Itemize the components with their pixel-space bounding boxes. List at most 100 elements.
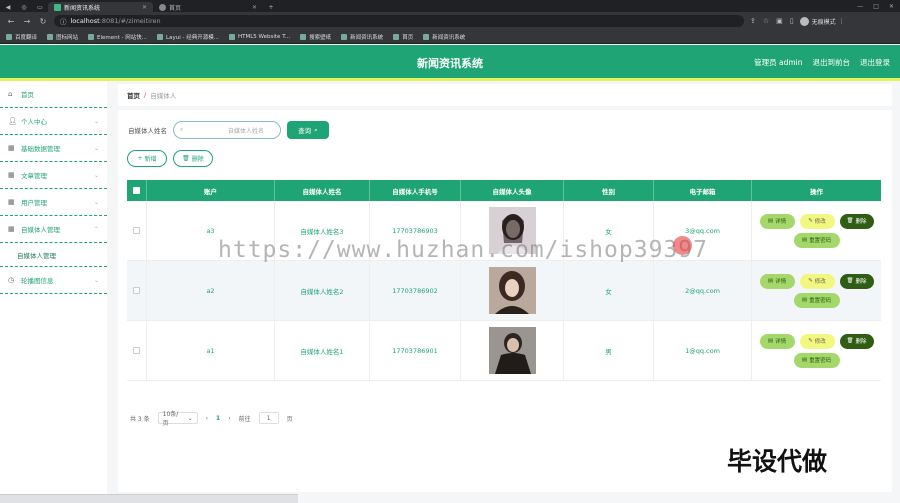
sidebar-item-articles[interactable]: ▦ 文章管理 ⌄: [0, 162, 107, 189]
sidebar-item-media-people[interactable]: ▦ 自媒体人管理 ⌃: [0, 216, 107, 243]
add-button[interactable]: + 新增: [127, 150, 167, 167]
tab-title: 首页: [169, 4, 182, 12]
row-checkbox[interactable]: [133, 347, 140, 354]
detail-button[interactable]: ▤ 详情: [759, 333, 795, 349]
chevron-down-icon: ⌄: [93, 198, 99, 206]
sidebar-icon[interactable]: ▯: [790, 17, 794, 25]
maximize-icon[interactable]: □: [873, 3, 879, 10]
close-tab-icon[interactable]: ✕: [252, 4, 257, 11]
bookmark-item[interactable]: 新闻资讯系统: [341, 33, 383, 41]
header-links: 管理员 admin 退出到前台 退出登录: [754, 57, 890, 68]
page-size-select[interactable]: 10条/页 ⌄: [157, 411, 198, 427]
delete-button[interactable]: 🗑︎ 删除: [839, 333, 874, 349]
cell-phone: 17703786902: [370, 261, 461, 320]
pen-icon: ✎: [808, 278, 813, 284]
clock-icon: ◷: [8, 276, 15, 284]
admin-label: 管理员 admin: [754, 58, 803, 67]
breadcrumb-separator: /: [144, 91, 147, 99]
row-checkbox[interactable]: [133, 227, 140, 234]
browser-menu-icon[interactable]: ◎: [16, 2, 32, 12]
page-number[interactable]: 1: [216, 415, 220, 422]
tab-inactive[interactable]: 首页 ✕: [153, 2, 263, 12]
tab-active[interactable]: 新闻资讯系统 ✕: [48, 2, 153, 12]
cell-sex: 男: [564, 321, 654, 380]
bookmark-item[interactable]: 首页: [393, 33, 413, 41]
sidebar-item-carousel[interactable]: ◷ 轮播图信息 ⌄: [0, 267, 107, 294]
share-icon[interactable]: ⇪: [750, 17, 756, 25]
bookmark-icon: [300, 33, 307, 40]
goto-page-input[interactable]: 1: [258, 412, 279, 424]
close-window-icon[interactable]: ✕: [889, 3, 894, 10]
bookmark-item[interactable]: HTML5 Website T...: [228, 33, 290, 40]
reset-password-button[interactable]: ▤ 重置密码: [793, 292, 840, 308]
cell-name: 自媒体人姓名1: [275, 321, 370, 380]
info-icon[interactable]: ⓘ: [60, 16, 67, 26]
reset-password-button[interactable]: ▤ 重置密码: [793, 352, 840, 368]
profile-button[interactable]: 无痕模式 ⋮: [799, 16, 845, 26]
col-phone: 自媒体人手机号: [370, 180, 461, 201]
app-header: 新闻资讯系统 管理员 admin 退出到前台 退出登录: [0, 45, 900, 80]
bookmark-item[interactable]: 百度翻译: [6, 33, 37, 41]
back-tab-icon[interactable]: ◀: [0, 2, 16, 12]
tab-title: 新闻资讯系统: [64, 4, 101, 12]
action-row: + 新增 🗑︎ 删除: [127, 150, 213, 167]
breadcrumb-home[interactable]: 首页: [127, 90, 140, 100]
bookmark-item[interactable]: 图标网站: [47, 33, 78, 41]
select-all-checkbox[interactable]: [133, 187, 140, 194]
bookmarks-bar: 百度翻译 图标网站 Element - 网站快... Layui - 经典开源模…: [0, 30, 900, 44]
cell-sex: 女: [564, 261, 654, 320]
sidebar-item-home[interactable]: ⌂ 首页: [0, 81, 107, 108]
detail-button[interactable]: ▤ 详情: [759, 273, 795, 289]
breadcrumb: 首页 / 自媒体人: [118, 84, 892, 106]
table-row: a1 自媒体人姓名1 17703786901 男 1@qq.com ▤ 详情 ✎…: [127, 321, 881, 381]
sidebar: ⌂ 首页 👤︎ 个人中心 ⌄ ▦ 基础数据管理 ⌄ ▦ 文章管理 ⌄ ▦ 用户管…: [0, 81, 107, 503]
bookmark-item[interactable]: 新闻资讯系统: [423, 33, 465, 41]
sidebar-item-profile[interactable]: 👤︎ 个人中心 ⌄: [0, 108, 107, 135]
chevron-down-icon: ⌄: [93, 144, 99, 152]
extension-icon[interactable]: ▣: [776, 17, 783, 25]
bookmark-item[interactable]: Layui - 经典开源模...: [157, 33, 219, 41]
bookmark-item[interactable]: 搜索壁纸: [300, 33, 331, 41]
bookmark-item[interactable]: Element - 网站快...: [88, 33, 147, 41]
minimize-icon[interactable]: —: [857, 3, 863, 10]
breadcrumb-current: 自媒体人: [150, 92, 177, 100]
delete-button[interactable]: 🗑︎ 删除: [839, 213, 874, 229]
watermark-text: https://www.huzhan.com/ishop39397: [218, 237, 708, 263]
forward-icon[interactable]: →: [22, 17, 32, 26]
row-checkbox[interactable]: [133, 287, 140, 294]
logout-link[interactable]: 退出登录: [860, 57, 890, 68]
next-page-icon[interactable]: ›: [228, 415, 230, 422]
bookmark-icon: [423, 33, 430, 40]
batch-delete-button[interactable]: 🗑︎ 删除: [173, 150, 213, 167]
close-tab-icon[interactable]: ✕: [142, 4, 147, 11]
doc-icon: ▤: [801, 237, 808, 243]
prev-page-icon[interactable]: ‹: [206, 415, 208, 422]
search-row: 自媒体人姓名 ⌕ 自媒体人姓名 查询 ⌕: [128, 121, 329, 139]
edit-button[interactable]: ✎ 修改: [799, 213, 835, 229]
reload-icon[interactable]: ↻: [38, 17, 48, 26]
row-actions: ▤ 详情 ✎ 修改 🗑︎ 删除 ▤ 重置密码: [759, 333, 875, 368]
search-button[interactable]: 查询 ⌕: [287, 121, 329, 139]
search-input[interactable]: ⌕ 自媒体人姓名: [173, 121, 281, 139]
edit-button[interactable]: ✎ 修改: [799, 333, 835, 349]
cell-phone: 17703786901: [370, 321, 461, 380]
detail-button[interactable]: ▤ 详情: [759, 213, 795, 229]
bookmark-icon: [88, 33, 95, 40]
sidebar-item-users[interactable]: ▦ 用户管理 ⌄: [0, 189, 107, 216]
sidebar-subitem-media-people[interactable]: 自媒体人管理: [0, 243, 107, 267]
back-to-front-link[interactable]: 退出到前台: [813, 57, 851, 68]
new-tab-icon[interactable]: +: [263, 2, 279, 12]
star-icon[interactable]: ☆: [763, 17, 769, 25]
reset-password-button[interactable]: ▤ 重置密码: [793, 232, 840, 248]
url-field[interactable]: ⓘ localhost:8081/#/zimeitiren: [54, 15, 744, 27]
back-icon[interactable]: ←: [6, 17, 16, 26]
tab-search-icon[interactable]: ▭: [32, 2, 48, 12]
doc-icon: ▤: [801, 297, 808, 303]
delete-button[interactable]: 🗑︎ 删除: [839, 273, 874, 289]
doc-icon: ▤: [767, 338, 774, 344]
sidebar-item-base-data[interactable]: ▦ 基础数据管理 ⌄: [0, 135, 107, 162]
grid-icon: ▦: [8, 198, 15, 206]
address-bar-row: ← → ↻ ⓘ localhost:8081/#/zimeitiren ⇪ ☆ …: [0, 12, 900, 30]
more-icon[interactable]: ⋮: [839, 18, 845, 25]
edit-button[interactable]: ✎ 修改: [799, 273, 835, 289]
